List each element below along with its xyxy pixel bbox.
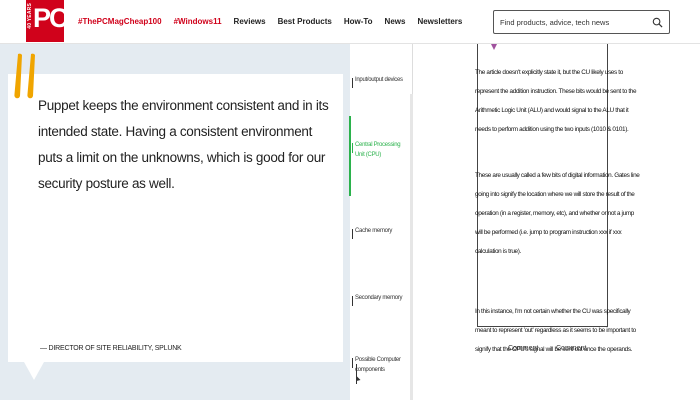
search-input[interactable]: Find products, advice, tech news (493, 10, 670, 34)
nav-best-products[interactable]: Best Products (278, 17, 332, 26)
search-icon[interactable] (652, 17, 663, 28)
quote-mark-icon (14, 53, 35, 99)
nav-cheap100[interactable]: #ThePCMagCheap100 (78, 17, 162, 26)
nav-news[interactable]: News (385, 17, 406, 26)
active-indicator (349, 116, 351, 196)
quote-attribution: — DIRECTOR OF SITE RELIABILITY, SPLUNK (40, 345, 182, 352)
search-placeholder: Find products, advice, tech news (500, 18, 610, 27)
diagram-nav-label: Possible Computer components (355, 357, 401, 373)
nav-how-to[interactable]: How-To (344, 17, 373, 26)
diagram-nav-label: Input/output devices (355, 77, 403, 83)
nav-newsletters[interactable]: Newsletters (417, 17, 462, 26)
site-header: 40 YEARS PC #ThePCMagCheap100 #Windows11… (0, 0, 700, 44)
pcmag-logo[interactable]: 40 YEARS PC (26, 0, 68, 42)
quote-text: Puppet keeps the environment consistent … (38, 98, 329, 191)
item-marker (352, 78, 353, 88)
diagram-nav-label: Secondary memory (355, 295, 403, 301)
quote-bubble-tail (24, 362, 44, 380)
diagram-nav-item-cpu[interactable]: Central Processing Unit (CPU) (352, 140, 407, 160)
nav-windows11[interactable]: #Windows11 (174, 17, 222, 26)
diagram-nav-item-io-devices[interactable]: Input/output devices (352, 75, 407, 88)
comment-label[interactable]: Comment (508, 345, 538, 352)
diagram-nav-label: Central Processing Unit (CPU) (355, 142, 401, 158)
logo-text: PC (33, 3, 68, 33)
diagram-nav-item-secondary-memory[interactable]: Secondary memory (352, 293, 407, 306)
item-marker (352, 358, 353, 368)
article-paragraph: These are usually called a few bits of d… (475, 172, 640, 255)
diagram-nav-column (350, 44, 413, 400)
main-nav: #ThePCMagCheap100 #Windows11 Reviews Bes… (78, 17, 462, 26)
cursor-arrow-icon (356, 364, 361, 384)
item-marker (352, 229, 353, 239)
item-marker (352, 296, 353, 306)
comment-label[interactable]: Comment (556, 345, 586, 352)
article-paragraph: The article doesn't explicitly state it,… (475, 69, 637, 133)
item-marker (352, 143, 353, 153)
nav-reviews[interactable]: Reviews (234, 17, 266, 26)
diagram-nav-item-computer-components[interactable]: Possible Computer components (352, 355, 407, 375)
diagram-nav-label: Cache memory (355, 228, 393, 234)
diagram-nav-item-cache-memory[interactable]: Cache memory (352, 226, 407, 239)
pin-marker-icon (491, 44, 497, 50)
